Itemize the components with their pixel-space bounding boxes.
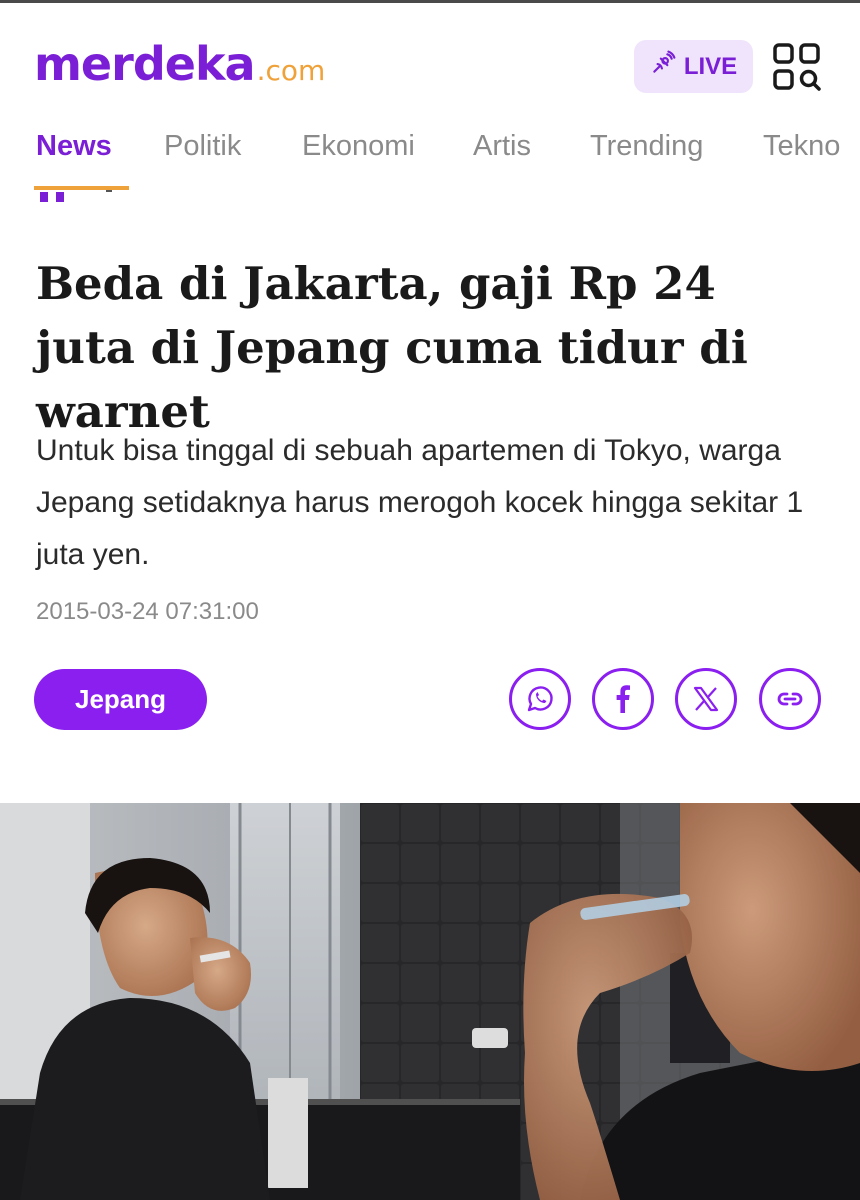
nav-item-artis[interactable]: Artis (473, 130, 531, 163)
article-date: 2015-03-24 07:31:00 (36, 598, 259, 625)
live-label: LIVE (683, 52, 738, 80)
breadcrumb-icon (40, 192, 70, 202)
nav-item-tekno[interactable]: Tekno (763, 130, 840, 163)
nav-item-trending[interactable]: Trending (590, 130, 703, 163)
site-header: merdeka .com LIVE (0, 3, 860, 113)
nav-item-news[interactable]: News (36, 130, 112, 163)
article-headline: Beda di Jakarta, gaji Rp 24 juta di Jepa… (36, 257, 748, 438)
facebook-icon[interactable] (592, 668, 654, 730)
tag-button[interactable]: Jepang (34, 669, 207, 730)
link-icon[interactable] (759, 668, 821, 730)
nav-item-politik[interactable]: Politik (164, 130, 241, 163)
x-icon[interactable] (675, 668, 737, 730)
logo-text: merdeka (34, 37, 256, 91)
whatsapp-icon[interactable] (509, 668, 571, 730)
merdeka-logo[interactable]: merdeka .com (34, 37, 325, 91)
breadcrumb (0, 182, 860, 206)
breadcrumb-divider (106, 190, 112, 192)
live-button[interactable]: LIVE (634, 40, 753, 93)
logo-suffix: .com (256, 54, 326, 87)
nav-item-ekonomi[interactable]: Ekonomi (302, 130, 415, 163)
article-photo (0, 803, 860, 1200)
broadcast-icon (650, 50, 676, 83)
active-nav-indicator (34, 186, 129, 190)
grid-search-icon[interactable] (772, 42, 822, 92)
category-nav: News Politik Ekonomi Artis Trending Tekn… (0, 120, 860, 180)
article-lede: Untuk bisa tinggal di sebuah apartemen d… (36, 434, 804, 571)
